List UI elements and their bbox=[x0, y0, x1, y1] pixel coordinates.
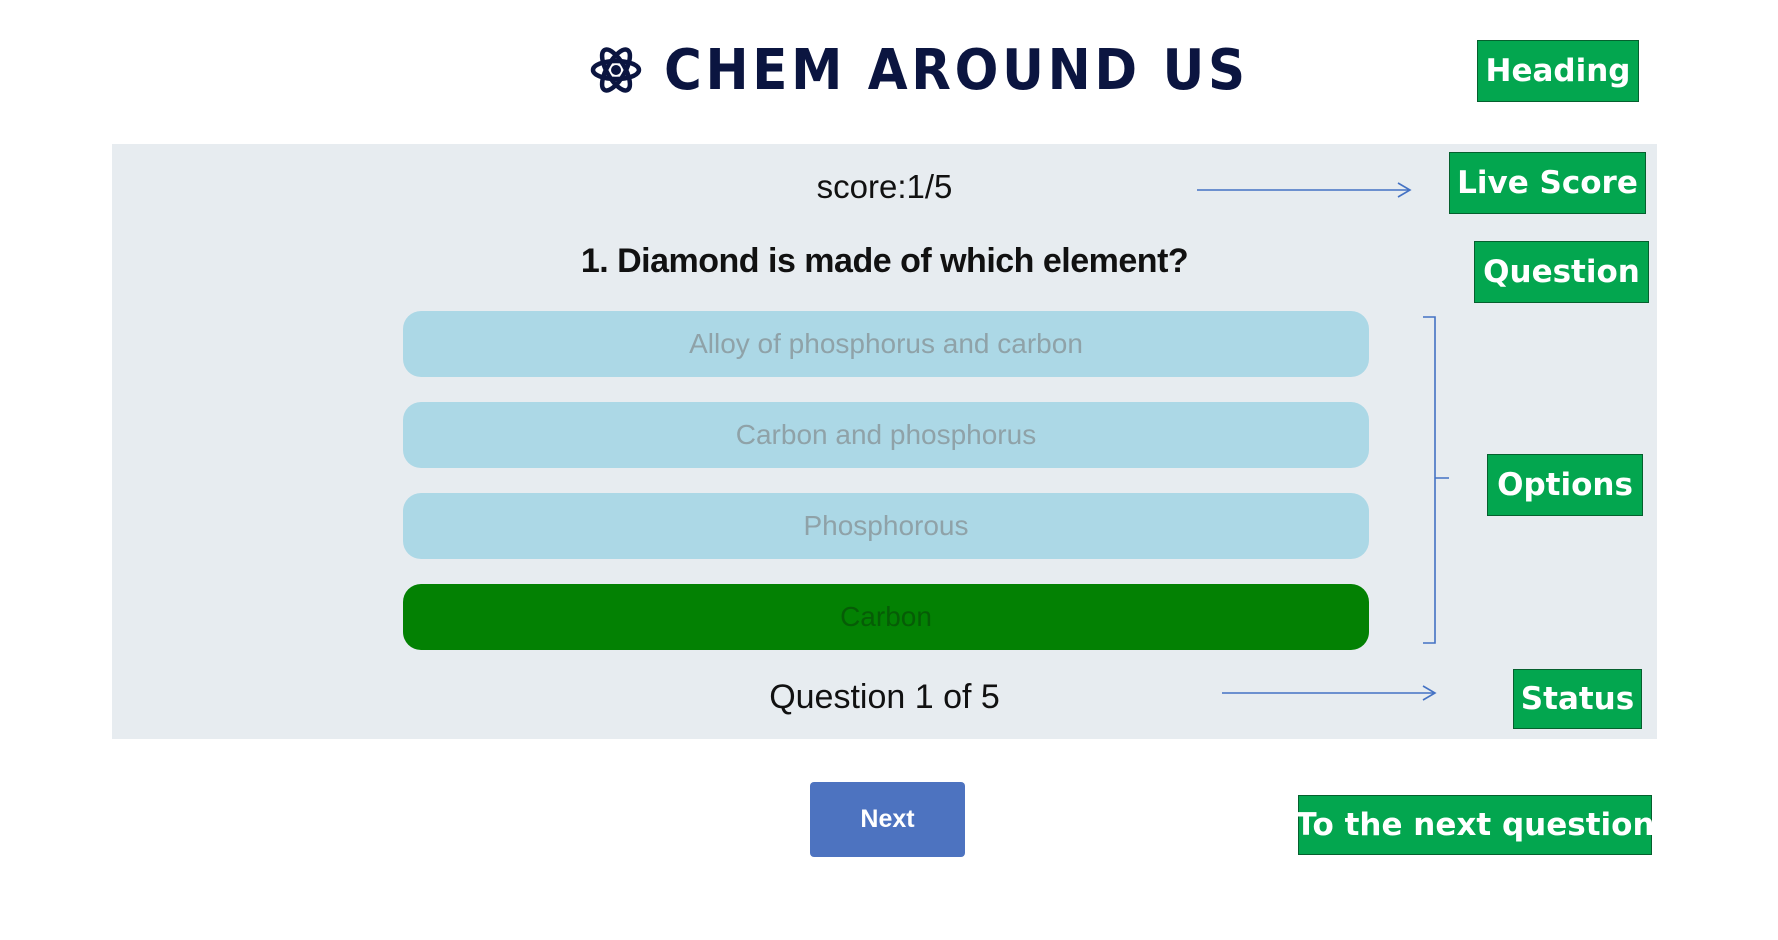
page-title: CHEM AROUND US bbox=[664, 37, 1249, 103]
option-button[interactable]: Phosphorous bbox=[403, 493, 1369, 559]
live-score: score:1/5 bbox=[816, 168, 953, 205]
annotation-question: Question bbox=[1474, 241, 1649, 303]
annotation-heading: Heading bbox=[1477, 40, 1639, 102]
atom-icon bbox=[590, 47, 642, 93]
question-text: 1. Diamond is made of which element? bbox=[580, 242, 1189, 280]
question-status: Question 1 of 5 bbox=[769, 678, 1000, 716]
next-button[interactable]: Next bbox=[810, 782, 965, 857]
annotation-next-question: To the next question bbox=[1295, 795, 1655, 855]
option-button[interactable]: Alloy of phosphorus and carbon bbox=[403, 311, 1369, 377]
option-button-correct[interactable]: Carbon bbox=[403, 584, 1369, 650]
option-button[interactable]: Carbon and phosphorus bbox=[403, 402, 1369, 468]
options-list: Alloy of phosphorus and carbon Carbon an… bbox=[403, 311, 1369, 675]
page-header: CHEM AROUND US bbox=[590, 30, 1300, 110]
annotation-status: Status bbox=[1513, 669, 1642, 729]
annotation-live-score: Live Score bbox=[1449, 152, 1646, 214]
annotation-options: Options bbox=[1487, 454, 1643, 516]
quiz-panel: score:1/5 1. Diamond is made of which el… bbox=[112, 144, 1657, 739]
